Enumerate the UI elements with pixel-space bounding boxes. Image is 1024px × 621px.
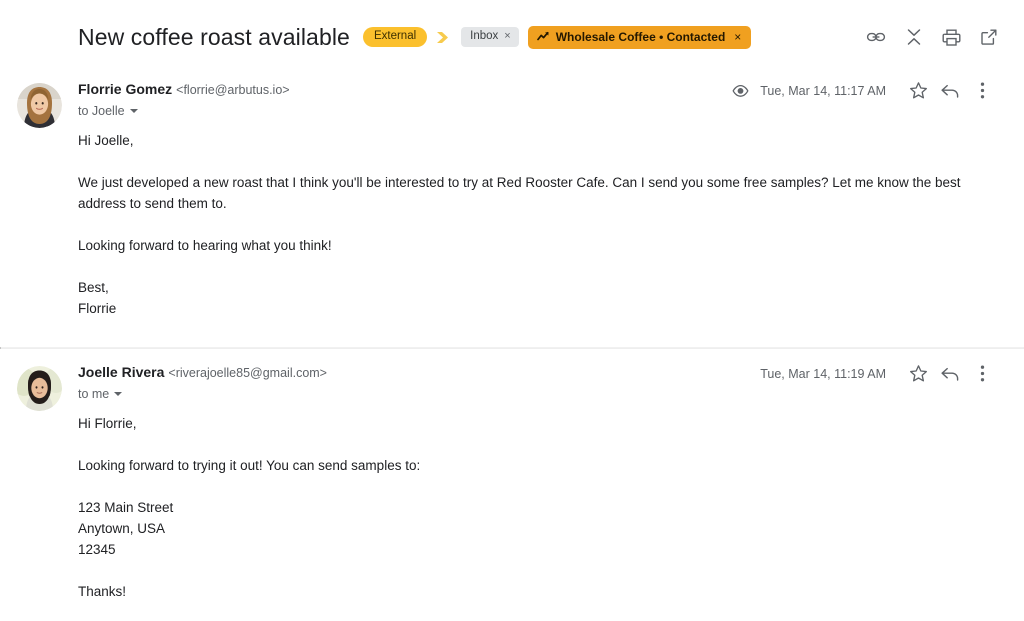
message-content: Florrie Gomez <florrie@arbutus.io> to Joe… [78, 80, 1000, 319]
message-item[interactable]: Joelle Rivera <riverajoelle85@gmail.com> … [0, 349, 1024, 602]
crm-label-chip[interactable]: Wholesale Coffee • Contacted × [527, 25, 752, 49]
signoff-line: Best, [78, 280, 109, 295]
reply-icon[interactable] [934, 365, 966, 383]
body-paragraph: We just developed a new roast that I thi… [78, 175, 961, 211]
thread-header: New coffee roast available External Inbo… [0, 0, 1024, 66]
sender-line: Joelle Rivera <riverajoelle85@gmail.com> [78, 363, 760, 383]
remove-inbox-label-icon[interactable]: × [504, 31, 510, 42]
signoff-line: Florrie [78, 301, 117, 316]
avatar[interactable] [16, 366, 62, 411]
recipients-row[interactable]: to Joelle [78, 104, 732, 118]
print-icon[interactable] [942, 28, 961, 47]
sender-email: <riverajoelle85@gmail.com> [168, 366, 327, 380]
chevron-down-icon[interactable] [129, 109, 138, 113]
body-paragraph: Hi Joelle, [78, 133, 134, 148]
recipients-row[interactable]: to me [78, 387, 760, 401]
avatar-container [0, 80, 78, 319]
body-paragraph: Hi Florrie, [78, 416, 137, 431]
message-meta: Tue, Mar 14, 11:19 AM [760, 363, 998, 383]
recipients-label: to Joelle [78, 104, 125, 118]
message-timestamp: Tue, Mar 14, 11:17 AM [760, 83, 886, 98]
message-meta: Tue, Mar 14, 11:17 AM [732, 80, 998, 100]
message-timestamp: Tue, Mar 14, 11:19 AM [760, 366, 886, 381]
remove-crm-label-icon[interactable]: × [734, 31, 741, 43]
sender-block: Joelle Rivera <riverajoelle85@gmail.com> … [78, 363, 760, 401]
crm-label-text: Wholesale Coffee • Contacted [555, 29, 726, 44]
sender-name: Joelle Rivera [78, 364, 165, 380]
address-line: Anytown, USA [78, 521, 166, 536]
message-item[interactable]: Florrie Gomez <florrie@arbutus.io> to Joe… [0, 66, 1024, 319]
body-paragraph: Looking forward to hearing what you thin… [78, 238, 332, 253]
more-options-icon[interactable] [966, 364, 998, 383]
chevron-down-icon[interactable] [114, 392, 123, 396]
message-header-row: Florrie Gomez <florrie@arbutus.io> to Joe… [78, 80, 998, 118]
reply-icon[interactable] [934, 82, 966, 100]
read-receipt-eye-icon[interactable] [732, 84, 749, 98]
message-body: Hi Florrie, Looking forward to trying it… [78, 401, 998, 602]
trending-up-icon [536, 31, 550, 42]
chevron-right-icon [436, 31, 453, 44]
address-line: 123 Main Street [78, 500, 174, 515]
sender-line: Florrie Gomez <florrie@arbutus.io> [78, 80, 732, 100]
body-paragraph: Looking forward to trying it out! You ca… [78, 458, 421, 473]
open-in-new-icon[interactable] [980, 28, 998, 46]
more-options-icon[interactable] [966, 81, 998, 100]
message-content: Joelle Rivera <riverajoelle85@gmail.com> … [78, 363, 1000, 602]
sender-email: <florrie@arbutus.io> [176, 83, 290, 97]
thread-header-actions [866, 27, 1000, 47]
inbox-label-chip[interactable]: Inbox × [461, 26, 519, 48]
sender-block: Florrie Gomez <florrie@arbutus.io> to Joe… [78, 80, 732, 118]
recipients-label: to me [78, 387, 110, 401]
avatar-container [0, 363, 78, 602]
message-body: Hi Joelle, We just developed a new roast… [78, 118, 998, 319]
external-badge: External [362, 26, 428, 48]
collapse-all-icon[interactable] [905, 27, 923, 47]
message-header-row: Joelle Rivera <riverajoelle85@gmail.com> … [78, 363, 998, 401]
star-icon[interactable] [902, 81, 934, 100]
avatar[interactable] [16, 83, 62, 128]
closing-line: Thanks! [78, 584, 127, 599]
sender-name: Florrie Gomez [78, 81, 173, 97]
link-icon[interactable] [866, 27, 886, 47]
thread-chips: External Inbox × Wholesale Coffee • Cont… [362, 25, 752, 49]
page-title: New coffee roast available [78, 23, 350, 50]
address-line: 12345 [78, 542, 116, 557]
star-icon[interactable] [902, 364, 934, 383]
inbox-label-text: Inbox [470, 29, 499, 42]
